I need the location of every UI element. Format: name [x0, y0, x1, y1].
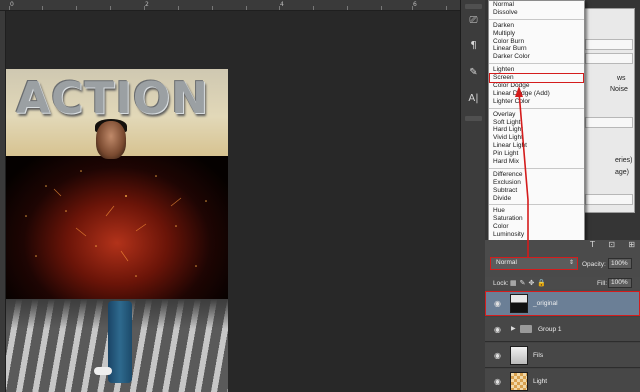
opacity-field[interactable]: 100% — [608, 258, 632, 269]
chevron-updown-icon: ⇕ — [568, 260, 574, 266]
folder-icon — [520, 325, 532, 333]
blend-option[interactable]: Subtract — [493, 187, 584, 195]
blend-option[interactable]: Divide — [493, 195, 584, 203]
shape-filter-icon[interactable]: ⊡ — [608, 240, 615, 250]
fill-field[interactable]: 100% — [608, 278, 632, 288]
blend-option[interactable]: Lighten — [493, 66, 584, 74]
strip-grip[interactable] — [465, 4, 482, 9]
blend-option[interactable]: Darken — [493, 22, 584, 30]
blend-option-screen[interactable]: Screen — [489, 73, 584, 84]
smart-object-filter-icon[interactable]: ⊞ — [628, 240, 635, 250]
dialog-text: eries) — [615, 157, 633, 164]
blend-mode-value: Normal — [496, 259, 517, 266]
blend-option[interactable]: Linear Dodge (Add) — [493, 90, 584, 98]
layers-list: ◉ _original ◉ ▶ Group 1 ◉ Fils ◉ Light — [485, 291, 640, 392]
ruler-number: 6 — [413, 1, 417, 8]
layer-style-dialog: ws Noise eries) age) — [582, 8, 635, 213]
character-icon[interactable]: A| — [465, 90, 482, 107]
history-icon[interactable]: ⎚ — [465, 12, 482, 29]
canvas-headline-text: ACTION — [16, 73, 209, 124]
eye-icon[interactable]: ◉ — [494, 377, 501, 386]
layer-row[interactable]: ◉ Light — [485, 369, 640, 392]
blend-option[interactable]: Hard Mix — [493, 158, 584, 166]
blend-option[interactable]: Dissolve — [493, 9, 584, 17]
lock-label: Lock: — [493, 280, 509, 287]
layer-name: Light — [533, 378, 548, 385]
layer-name: Fils — [533, 352, 544, 359]
blend-option[interactable]: Linear Light — [493, 142, 584, 150]
paragraph-icon[interactable]: ¶ — [465, 37, 482, 54]
eye-icon[interactable]: ◉ — [494, 299, 501, 308]
document-canvas[interactable]: ACTION — [6, 69, 228, 392]
blend-option[interactable]: Difference — [493, 171, 584, 179]
blend-option[interactable]: Color Dodge — [493, 82, 584, 90]
ruler-number: 4 — [280, 1, 284, 8]
strip-grip[interactable] — [465, 116, 482, 121]
blend-mode-menu[interactable]: Normal Dissolve Darken Multiply Color Bu… — [488, 0, 585, 260]
layer-row[interactable]: ◉ _original — [485, 291, 640, 316]
blend-option[interactable]: Pin Light — [493, 150, 584, 158]
blend-option[interactable]: Luminosity — [493, 231, 584, 239]
blend-option[interactable]: Linear Burn — [493, 45, 584, 53]
blend-option[interactable]: Color — [493, 223, 584, 231]
blend-option[interactable]: Hard Light — [493, 126, 584, 134]
blend-option[interactable]: Darker Color — [493, 53, 584, 61]
layer-row[interactable]: ◉ ▶ Group 1 — [485, 317, 640, 342]
blend-option[interactable]: Overlay — [493, 111, 584, 119]
panel-icon-strip: ⎚ ¶ ✎ A| — [460, 0, 485, 392]
blend-option[interactable]: Multiply — [493, 30, 584, 38]
blend-mode-select[interactable]: Normal ⇕ — [490, 257, 578, 270]
blend-option[interactable]: Vivid Light — [493, 134, 584, 142]
layer-thumbnail — [510, 294, 528, 313]
eye-icon[interactable]: ◉ — [494, 351, 501, 360]
blend-option[interactable]: Soft Light — [493, 119, 584, 127]
blend-option[interactable]: Color Burn — [493, 38, 584, 46]
blend-option[interactable]: Hue — [493, 207, 584, 215]
horizontal-ruler: 0 2 4 6 — [0, 0, 460, 11]
layer-row[interactable]: ◉ Fils — [485, 343, 640, 368]
layer-thumbnail — [510, 372, 528, 391]
ruler-number: 2 — [145, 1, 149, 8]
layer-name: _original — [533, 300, 558, 307]
blend-option[interactable]: Saturation — [493, 215, 584, 223]
canvas-figure-shoe — [94, 367, 112, 375]
brush-preset-icon[interactable]: ✎ — [465, 64, 482, 81]
dialog-text: ws — [617, 75, 626, 82]
eye-icon[interactable]: ◉ — [494, 325, 501, 334]
blend-option[interactable]: Lighter Color — [493, 98, 584, 106]
layer-thumbnail — [510, 346, 528, 365]
layer-filter-icons: T ⊡ ⊞ — [590, 240, 635, 250]
ruler-number: 0 — [10, 1, 14, 8]
canvas-figure-head — [96, 121, 126, 159]
spark-particles — [25, 170, 207, 277]
opacity-label: Opacity: — [582, 261, 606, 268]
blend-option[interactable]: Normal — [493, 1, 584, 9]
dialog-text: age) — [615, 169, 630, 176]
caret-right-icon[interactable]: ▶ — [511, 325, 516, 332]
layer-name: Group 1 — [538, 326, 562, 333]
blend-option[interactable]: Exclusion — [493, 179, 584, 187]
lock-icons[interactable]: ▦✎✥🔒 — [510, 279, 549, 287]
dialog-text: Noise — [610, 86, 628, 93]
type-filter-icon[interactable]: T — [590, 240, 595, 250]
fill-label: Fill: — [597, 280, 608, 287]
